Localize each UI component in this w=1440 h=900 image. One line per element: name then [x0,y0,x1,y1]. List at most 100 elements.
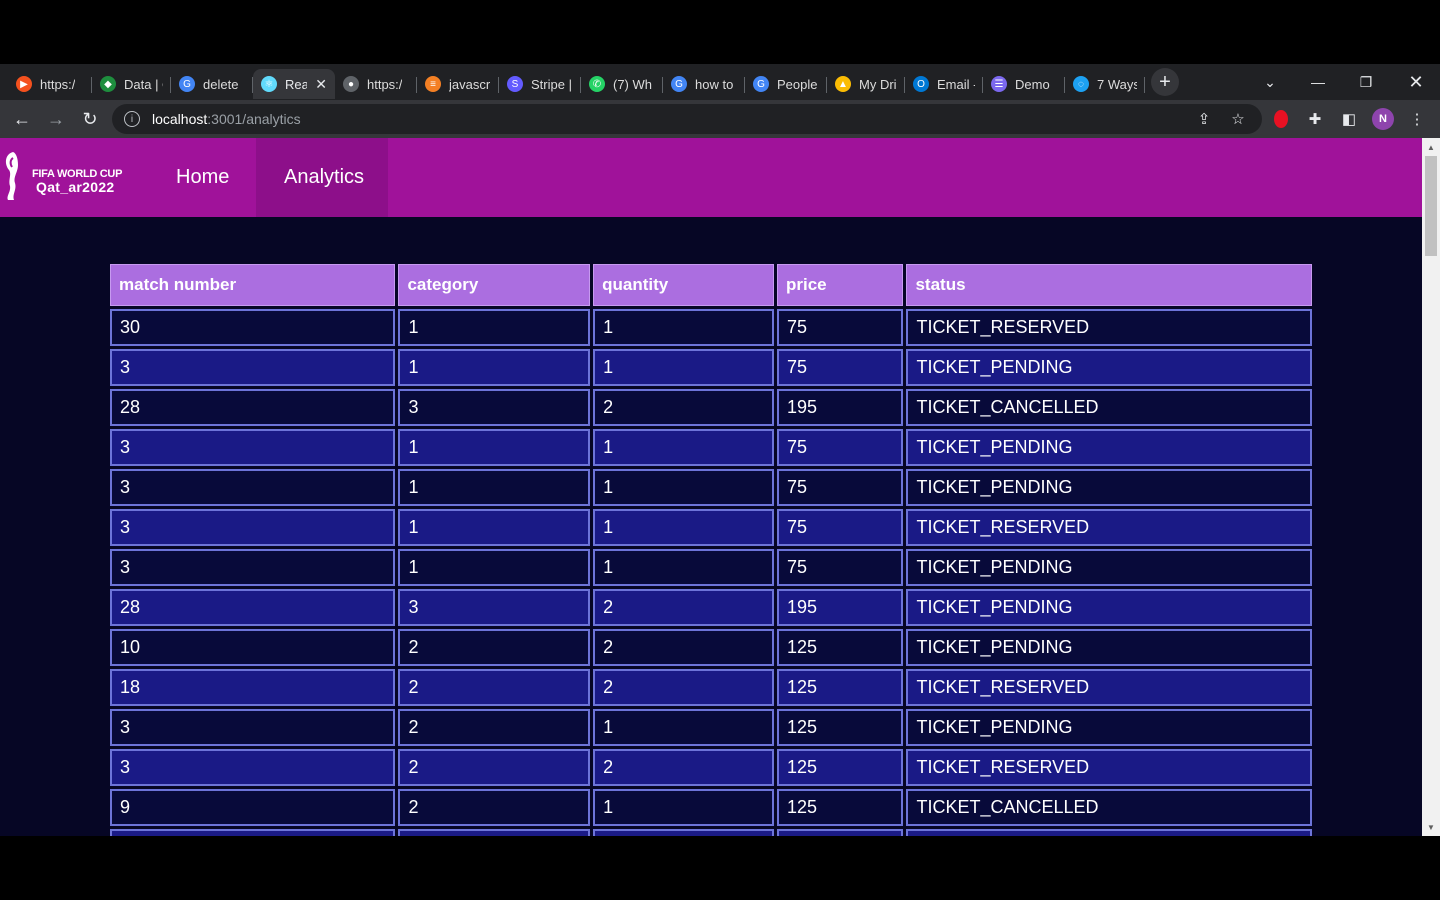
cell-match-number: 3 [110,509,396,546]
tab-favicon-icon: ▶ [16,76,32,92]
profile-avatar[interactable]: N [1372,108,1394,130]
tab-favicon-icon: S [507,76,523,92]
nav-analytics-link[interactable]: Analytics [256,138,388,217]
close-window-button[interactable]: ✕ [1396,64,1436,100]
browser-tab[interactable]: ✆ (7) Wh [581,69,663,99]
browser-tab[interactable]: ☰ Demo [983,69,1065,99]
scroll-up-arrow-icon[interactable]: ▲ [1422,140,1440,154]
address-bar[interactable]: i localhost:3001/analytics ⇪ ☆ [112,104,1262,134]
cell-match-number: 3 [110,429,396,466]
tab-title: Rea [285,76,308,92]
tab-title: javascr [449,76,491,92]
browser-tab[interactable]: G People [745,69,827,99]
reload-icon[interactable]: ↻ [78,107,102,131]
cell-category: 2 [398,749,591,786]
restore-button[interactable]: ❐ [1346,64,1386,100]
page-scrollbar[interactable]: ▲ ▼ [1422,138,1440,836]
cell-match-number: 28 [110,389,396,426]
tab-title: 7 Ways [1097,76,1137,92]
cell-status: TICKET_PENDING [906,629,1312,666]
column-header-match-number[interactable]: match number [110,264,396,306]
cell-category: 1 [398,429,591,466]
tab-close-icon[interactable]: ✕ [315,76,327,93]
minimize-button[interactable]: — [1298,64,1338,100]
fifa-logo[interactable]: FIFA WORLD CUP Qat_ar2022 [0,146,140,210]
cell-quantity: 1 [593,789,774,826]
cell-category: 2 [398,629,591,666]
cell-price: 75 [776,549,904,586]
browser-tab[interactable]: ▲ My Dri [827,69,905,99]
cell-category: 3 [398,589,591,626]
browser-tab[interactable]: S Stripe | [499,69,581,99]
scroll-down-arrow-icon[interactable]: ▼ [1422,820,1440,834]
browser-tab[interactable]: Gdelete [171,69,253,99]
cell-price: 75 [776,429,904,466]
cell-status: TICKET_PENDING [906,469,1312,506]
tab-favicon-icon: G [753,76,769,92]
back-arrow-icon[interactable]: ← [10,107,34,131]
cell-status: TICKET_RESERVED [906,509,1312,546]
browser-tab[interactable]: ▶ https:/ [8,69,92,99]
cell-status: TICKET_CANCELLED [906,389,1312,426]
table-row: 3 1 1 75 TICKET_PENDING [110,549,1312,586]
table-row: 3 1 1 75 TICKET_RESERVED [110,509,1312,546]
cell-quantity: 1 [593,309,774,346]
browser-tab[interactable]: ⚛ Rea ✕ [253,69,335,99]
browser-tab[interactable]: O Email - [905,69,983,99]
tab-favicon-icon: ● [343,76,359,92]
extension-red-icon[interactable] [1270,108,1292,130]
tab-favicon-icon: ◌ [1073,76,1089,92]
browser-tab[interactable]: Ghow to [663,69,745,99]
column-header-category[interactable]: category [398,264,591,306]
side-panel-icon[interactable]: ◧ [1338,108,1360,130]
cell-quantity: 2 [593,669,774,706]
new-tab-button[interactable]: + [1151,68,1179,96]
bookmark-star-icon[interactable]: ☆ [1228,109,1248,129]
browser-menu-icon[interactable]: ⋮ [1406,108,1428,130]
tab-title: Email - [937,76,975,92]
browser-tab[interactable]: ≡ javascr [417,69,499,99]
column-header-price[interactable]: price [776,264,904,306]
world-cup-emblem-icon [5,152,18,200]
tab-title: People [777,76,818,92]
cell-status: TICKET_PENDING [906,589,1312,626]
scrollbar-thumb[interactable] [1425,156,1437,256]
cell-match-number: 3 [110,549,396,586]
browser-tab[interactable]: ● https:/ [335,69,417,99]
column-header-status[interactable]: status [906,264,1312,306]
tab-title: (7) Wh [613,76,652,92]
tab-title: how to [695,76,734,92]
share-icon[interactable]: ⇪ [1194,109,1214,129]
url-text[interactable]: localhost:3001/analytics [152,111,301,127]
cell-match-number: 3 [110,709,396,746]
extensions-puzzle-icon[interactable]: ✚ [1304,108,1326,130]
table-row: 10 2 2 125 TICKET_PENDING [110,629,1312,666]
cell-match-number: 3 [110,349,396,386]
table-row: 3 1 1 75 TICKET_PENDING [110,469,1312,506]
tab-title: My Dri [859,76,897,92]
cell-price: 195 [776,589,904,626]
table-row: 9 2 1 125 TICKET_CANCELLED [110,789,1312,826]
tab-title: Data | C [124,76,163,92]
table-row: 30 1 1 75 TICKET_RESERVED [110,309,1312,346]
table-row [110,829,1312,836]
cell-price [776,829,904,836]
column-header-quantity[interactable]: quantity [593,264,774,306]
logo-text-line2: Qat_ar2022 [36,179,115,195]
cell-category: 1 [398,549,591,586]
site-info-icon[interactable]: i [124,111,140,127]
tab-search-icon[interactable]: ⌄ [1250,64,1290,100]
browser-tab[interactable]: ◌ 7 Ways [1065,69,1145,99]
cell-quantity: 1 [593,549,774,586]
cell-price: 125 [776,629,904,666]
browser-tab[interactable]: ◆ Data | C [92,69,171,99]
video-letterbox-bottom [0,836,1440,900]
cell-price: 75 [776,469,904,506]
nav-home-link[interactable]: Home [148,138,257,217]
tab-favicon-icon: ☰ [991,76,1007,92]
cell-match-number: 10 [110,629,396,666]
table-row: 3 1 1 75 TICKET_PENDING [110,429,1312,466]
forward-arrow-icon[interactable]: → [44,107,68,131]
cell-status [906,829,1312,836]
cell-status: TICKET_PENDING [906,349,1312,386]
